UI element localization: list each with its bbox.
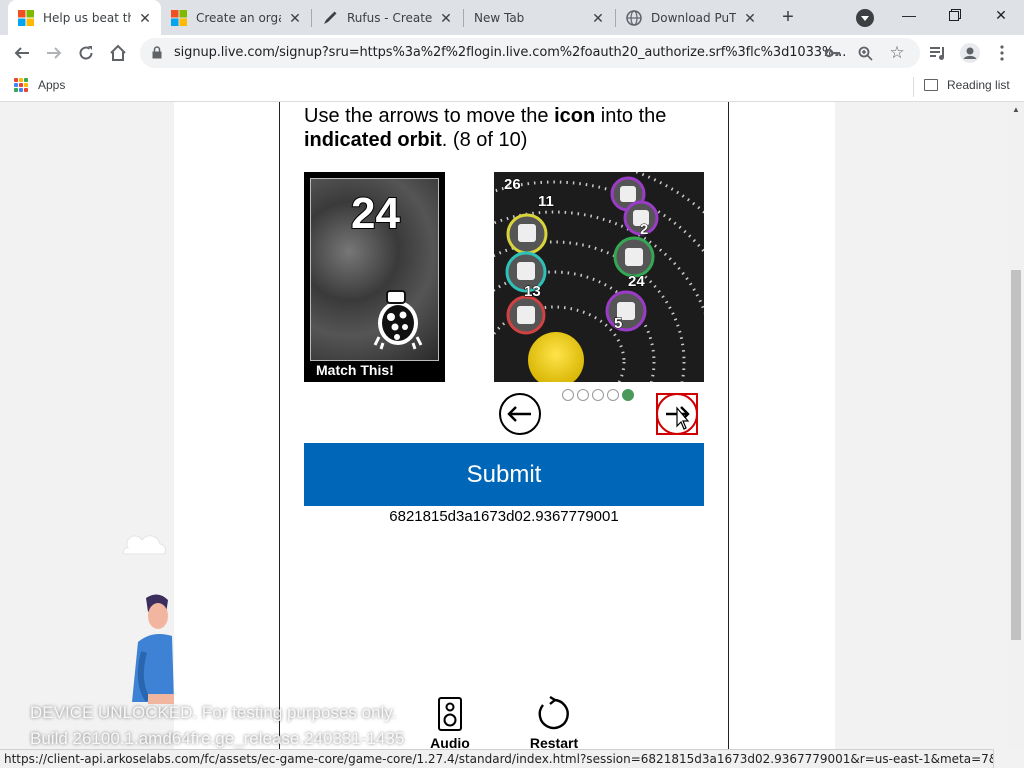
orbit-label-2: 2 [640, 221, 648, 238]
home-icon [110, 44, 126, 61]
instruction-orbit-word: indicated orbit [304, 129, 442, 151]
restore-icon [949, 9, 961, 21]
microsoft-icon [171, 9, 187, 26]
target-creature-icon [373, 290, 423, 350]
profile-button[interactable] [956, 39, 984, 67]
url-text: signup.live.com/signup?sru=https%3a%2f%2… [174, 45, 847, 60]
scroll-up-arrow-icon[interactable]: ▲ [1008, 102, 1024, 118]
close-window-button[interactable]: ✕ [978, 0, 1024, 32]
cloud-illustration [122, 535, 167, 555]
orbit-image: 26 11 2 13 24 5 [494, 172, 704, 382]
challenge-instruction: Use the arrows to move the icon into the… [304, 104, 704, 152]
key-icon[interactable] [822, 42, 844, 64]
orbit-label-24: 24 [628, 273, 645, 290]
playlist-icon [930, 47, 944, 60]
home-button[interactable] [104, 39, 132, 67]
instruction-text: Use the arrows to move the [304, 105, 555, 127]
tab-help-us-beat[interactable]: Help us beat the ✕ [8, 0, 161, 35]
tab-title: Help us beat the [43, 10, 131, 25]
apps-grid-icon [14, 78, 28, 92]
match-number: 24 [350, 188, 401, 239]
pagination-dot[interactable] [607, 389, 619, 401]
match-this-card: 24 Match This! [304, 172, 445, 382]
back-button[interactable] [8, 39, 36, 67]
tab-new-tab[interactable]: New Tab ✕ [464, 0, 614, 35]
instruction-icon-word: icon [554, 105, 596, 127]
bookmarks-bar: Apps Reading list [0, 71, 1024, 102]
pagination-dots [562, 389, 634, 401]
pagination-dot[interactable] [592, 389, 604, 401]
back-arrow-icon [14, 47, 29, 59]
match-image: 24 [310, 178, 439, 361]
address-bar[interactable]: signup.live.com/signup?sru=https%3a%2f%2… [140, 38, 920, 68]
tab-strip: Help us beat the ✕ Create an organ ✕ Ruf… [0, 0, 1024, 35]
close-icon[interactable]: ✕ [590, 10, 606, 26]
forward-arrow-icon [47, 47, 62, 59]
instruction-progress: . (8 of 10) [441, 129, 528, 151]
reading-list-label: Reading list [947, 78, 1010, 92]
watermark-line-2: Build 26100.1.amd64fre.ge_release.240331… [30, 729, 405, 748]
close-icon[interactable]: ✕ [137, 10, 153, 26]
tab-title: Create an organ [196, 10, 281, 25]
avatar-icon [960, 43, 980, 63]
previous-arrow-button[interactable] [498, 392, 542, 436]
lock-icon [152, 46, 162, 59]
page-viewport: Use the arrows to move the icon into the… [0, 102, 1024, 749]
restart-button[interactable]: Restart [518, 695, 590, 749]
reload-button[interactable] [72, 39, 100, 67]
more-vertical-icon [1000, 45, 1004, 61]
restore-button[interactable] [932, 0, 978, 32]
forward-button[interactable] [40, 39, 68, 67]
pagination-dot[interactable] [562, 389, 574, 401]
new-tab-button[interactable]: + [776, 6, 800, 30]
reading-list-button[interactable]: Reading list [924, 78, 1010, 92]
match-this-label: Match This! [316, 362, 394, 378]
session-id: 6821815d3a1673d02.9367779001 [389, 508, 619, 525]
pen-icon [324, 11, 337, 24]
pagination-dot[interactable] [577, 389, 589, 401]
next-arrow-button[interactable] [655, 392, 699, 436]
tab-title: Rufus - Create b [347, 10, 432, 25]
pagination-dot-active[interactable] [622, 389, 634, 401]
globe-icon [626, 9, 642, 26]
audio-label: Audio [430, 735, 470, 749]
watermark-line-1: DEVICE UNLOCKED. For testing purposes on… [30, 703, 397, 722]
tab-rufus[interactable]: Rufus - Create b ✕ [312, 0, 462, 35]
orbit-label-11: 11 [538, 193, 554, 210]
menu-button[interactable] [988, 39, 1016, 67]
scrollbar-thumb[interactable] [1011, 270, 1021, 640]
orbit-scene: 26 11 2 13 24 5 [494, 172, 704, 382]
reload-icon [79, 46, 93, 60]
orbit-label-26: 26 [504, 176, 521, 193]
close-icon[interactable]: ✕ [287, 10, 303, 26]
microsoft-icon [18, 9, 34, 26]
restart-label: Restart [529, 735, 579, 749]
close-icon[interactable]: ✕ [438, 10, 454, 26]
media-control-button[interactable] [924, 39, 952, 67]
status-bar-url: https://client-api.arkoselabs.com/fc/ass… [0, 749, 994, 768]
tab-title: New Tab [474, 10, 525, 25]
tab-search-icon[interactable] [856, 9, 874, 27]
minimize-button[interactable]: — [886, 0, 932, 32]
restart-icon [538, 695, 569, 730]
submit-button[interactable]: Submit [304, 443, 704, 506]
tab-title: Download PuTT [651, 10, 736, 25]
instruction-text: into the [595, 105, 667, 127]
apps-label: Apps [38, 78, 66, 92]
bookmark-star-icon[interactable]: ☆ [886, 42, 908, 64]
orbit-label-5: 5 [614, 315, 622, 332]
left-arrow-icon [499, 393, 541, 435]
tab-create-organization[interactable]: Create an organ ✕ [161, 0, 311, 35]
orbit-label-13: 13 [524, 283, 541, 300]
tab-download-putty[interactable]: Download PuTT ✕ [616, 0, 766, 35]
browser-toolbar: signup.live.com/signup?sru=https%3a%2f%2… [0, 35, 1024, 71]
right-arrow-icon [656, 393, 698, 435]
reading-list-icon [924, 79, 938, 91]
close-icon[interactable]: ✕ [742, 10, 758, 26]
audio-button[interactable]: Audio [420, 696, 480, 749]
apps-shortcut[interactable]: Apps [14, 78, 65, 92]
speaker-icon [438, 697, 462, 731]
os-watermark: DEVICE UNLOCKED. For testing purposes on… [30, 700, 404, 749]
zoom-icon[interactable] [854, 42, 876, 64]
